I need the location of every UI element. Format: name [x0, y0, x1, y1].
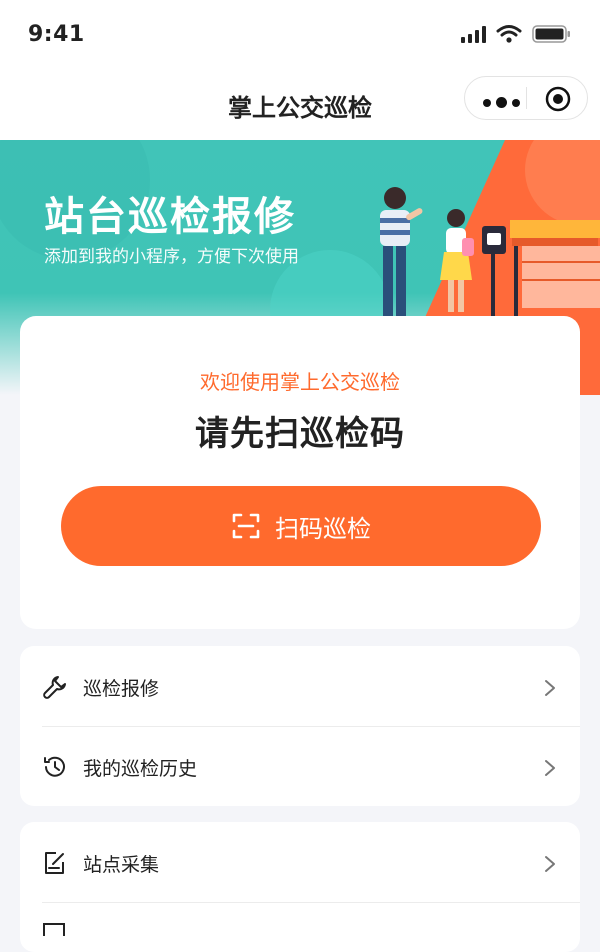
menu-item-label: 我的巡检历史: [83, 758, 198, 780]
wrench-icon: [43, 676, 66, 699]
status-time: 9:41: [28, 22, 85, 47]
menu-item-label: 站点采集: [83, 854, 160, 876]
divider: [42, 902, 580, 903]
more-icon[interactable]: [483, 97, 520, 108]
chevron-right-icon: [545, 856, 555, 872]
menu-group-1: 巡检报修 我的巡检历史: [20, 646, 580, 806]
menu-item-label: 巡检报修: [83, 678, 160, 700]
scan-card: 欢迎使用掌上公交巡检 请先扫巡检码 扫码巡检: [20, 316, 580, 629]
scan-icon: [232, 513, 260, 539]
status-bar: 9:41: [0, 0, 600, 70]
scan-inspect-button[interactable]: 扫码巡检: [61, 486, 541, 566]
menu-item-station-collect[interactable]: 站点采集: [20, 822, 580, 902]
welcome-text: 欢迎使用掌上公交巡检: [200, 370, 400, 394]
menu-item-partial-icon: [43, 923, 65, 936]
mini-program-capsule: [464, 76, 588, 120]
close-target-icon[interactable]: [545, 86, 571, 112]
banner-subtitle: 添加到我的小程序，方便下次使用: [44, 247, 299, 267]
edit-note-icon: [45, 852, 64, 874]
menu-item-inspection-history[interactable]: 我的巡检历史: [20, 726, 580, 806]
menu-group-2: 站点采集: [20, 822, 580, 952]
battery-icon: [532, 25, 570, 43]
banner-title: 站台巡检报修: [44, 194, 296, 240]
wifi-icon: [496, 25, 522, 43]
history-clock-icon: [44, 756, 65, 777]
capsule-divider: [526, 87, 527, 109]
chevron-right-icon: [545, 680, 555, 696]
status-icons: [461, 22, 572, 46]
signal-icon: [461, 25, 486, 43]
menu-item-inspect-repair[interactable]: 巡检报修: [20, 646, 580, 726]
scan-prompt: 请先扫巡检码: [195, 414, 405, 454]
scan-button-label: 扫码巡检: [275, 514, 371, 543]
chevron-right-icon: [545, 760, 555, 776]
